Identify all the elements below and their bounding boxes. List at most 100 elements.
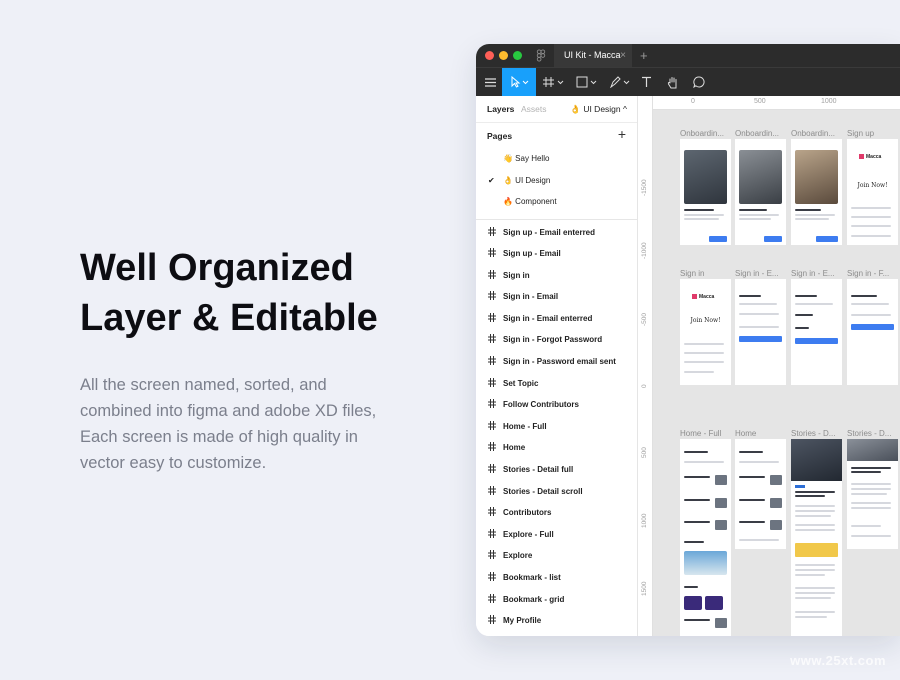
hash-frame-icon bbox=[488, 550, 496, 560]
layer-item[interactable]: Bookmark - list bbox=[476, 567, 637, 589]
frame-text-line bbox=[684, 476, 710, 478]
page-selector[interactable]: 👌 UI Design ^ bbox=[570, 104, 627, 115]
shape-tool-icon[interactable] bbox=[574, 68, 600, 96]
frame-text-line bbox=[684, 352, 724, 354]
comment-icon[interactable] bbox=[691, 68, 707, 96]
frame-logo: Macca bbox=[859, 154, 881, 160]
frame-text-line bbox=[739, 218, 771, 220]
logo-text: Macca bbox=[699, 294, 715, 300]
ruler-vertical: -1500 -1000 -500 0 500 1000 1500 2000 bbox=[639, 96, 653, 636]
layer-item[interactable]: Explore - Full bbox=[476, 524, 637, 546]
layer-item[interactable]: Stories - Detail full bbox=[476, 459, 637, 481]
hash-frame-icon bbox=[488, 312, 496, 322]
page-item-component[interactable]: 🔥 Component bbox=[476, 191, 637, 213]
hero-title: Well Organized Layer & Editable bbox=[80, 243, 420, 343]
figma-logo-icon[interactable] bbox=[536, 49, 546, 62]
layer-item[interactable]: Set Topic bbox=[476, 373, 637, 395]
frame-sign-in-email[interactable] bbox=[735, 279, 786, 385]
tab-assets[interactable]: Assets bbox=[521, 104, 547, 114]
layer-item[interactable]: Sign up - Email enterred bbox=[476, 222, 637, 244]
ruler-tick-label: 0 bbox=[691, 98, 695, 105]
frame-text-line bbox=[795, 295, 817, 297]
frame-text-line bbox=[684, 586, 698, 588]
ruler-horizontal: 0 500 1000 bbox=[653, 96, 900, 110]
frame-label: Stories - D... bbox=[847, 429, 892, 438]
frame-thumbnail bbox=[715, 498, 727, 508]
hand-tool-icon[interactable] bbox=[665, 68, 681, 96]
frame-onboarding-3[interactable] bbox=[791, 139, 842, 245]
page-item-label: 👋 Say Hello bbox=[503, 154, 550, 163]
page-item-ui-design[interactable]: ✔ 👌 UI Design bbox=[476, 170, 637, 192]
frame-text-line bbox=[739, 214, 779, 216]
pen-tool-icon[interactable] bbox=[607, 68, 633, 96]
layer-item[interactable]: Bookmark - grid bbox=[476, 589, 637, 611]
add-page-button[interactable]: + bbox=[618, 126, 626, 142]
layer-item[interactable]: Follow Contributors bbox=[476, 394, 637, 416]
toolbar bbox=[476, 67, 900, 96]
layer-item-label: My Profile bbox=[503, 616, 542, 626]
frame-illustration bbox=[795, 543, 838, 557]
maximize-window-button[interactable] bbox=[513, 51, 522, 60]
frame-stories-detail-scroll[interactable] bbox=[847, 439, 898, 549]
frame-sign-in-email-entered[interactable] bbox=[791, 279, 842, 385]
frame-text-line bbox=[851, 502, 891, 504]
frame-text-line bbox=[795, 611, 835, 613]
frame-label: Sign in - F... bbox=[847, 269, 890, 278]
file-tab[interactable]: UI Kit - Macca × bbox=[554, 44, 632, 67]
frame-label: Home - Full bbox=[680, 429, 722, 438]
layer-item[interactable]: My Profile bbox=[476, 610, 637, 632]
frame-sign-in[interactable]: Macca Join Now! bbox=[680, 279, 731, 385]
close-tab-icon[interactable]: × bbox=[620, 44, 626, 67]
hamburger-menu-icon[interactable] bbox=[482, 68, 498, 96]
text-tool-icon[interactable] bbox=[638, 68, 654, 96]
layer-item[interactable]: Sign up - Email bbox=[476, 243, 637, 265]
layer-item[interactable]: Stories - Detail scroll bbox=[476, 481, 637, 503]
layer-item[interactable]: Sign in bbox=[476, 265, 637, 287]
frame-thumbnail bbox=[770, 498, 782, 508]
close-window-button[interactable] bbox=[485, 51, 494, 60]
frame-tool-icon[interactable] bbox=[542, 68, 566, 96]
page-item-say-hello[interactable]: 👋 Say Hello bbox=[476, 148, 637, 170]
file-tab-title: UI Kit - Macca bbox=[564, 50, 621, 60]
frame-text-line bbox=[795, 597, 831, 599]
add-tab-button[interactable]: + bbox=[640, 44, 648, 67]
hash-frame-icon bbox=[488, 593, 496, 603]
ruler-tick-label: 0 bbox=[641, 384, 648, 388]
layer-item-label: Explore - Full bbox=[503, 529, 554, 539]
frame-onboarding-2[interactable] bbox=[735, 139, 786, 245]
layer-item[interactable]: Contributors bbox=[476, 502, 637, 524]
hash-frame-icon bbox=[488, 269, 496, 279]
layer-item[interactable]: Explore bbox=[476, 545, 637, 567]
canvas[interactable]: 0 500 1000 -1500 -1000 -500 0 500 1000 1… bbox=[639, 96, 900, 636]
page-check-icon: ✔ bbox=[488, 175, 495, 185]
layer-item[interactable]: Sign in - Email enterred bbox=[476, 308, 637, 330]
frame-text-line bbox=[795, 495, 825, 497]
hash-frame-icon bbox=[488, 399, 496, 409]
frame-stories-detail-full[interactable] bbox=[791, 439, 842, 636]
frame-sign-in-forgot[interactable] bbox=[847, 279, 898, 385]
frame-home-full[interactable] bbox=[680, 439, 731, 636]
layer-item[interactable]: Sign in - Forgot Password bbox=[476, 329, 637, 351]
layer-item[interactable]: Sign in - Email bbox=[476, 286, 637, 308]
layer-item-label: Sign in bbox=[503, 270, 530, 280]
frame-text-line bbox=[684, 451, 708, 453]
frame-topic-card bbox=[705, 596, 723, 610]
minimize-window-button[interactable] bbox=[499, 51, 508, 60]
layer-item-label: Bookmark - grid bbox=[503, 594, 565, 604]
move-tool-icon[interactable] bbox=[502, 68, 536, 96]
frame-home[interactable] bbox=[735, 439, 786, 549]
frame-label: Stories - D... bbox=[791, 429, 836, 438]
layer-item[interactable]: Home bbox=[476, 437, 637, 459]
frame-text-line bbox=[851, 471, 881, 473]
frame-image bbox=[684, 150, 727, 204]
frame-sign-up[interactable]: Macca Join Now! bbox=[847, 139, 898, 245]
hash-frame-icon bbox=[488, 377, 496, 387]
tab-layers[interactable]: Layers bbox=[487, 104, 514, 114]
layer-item[interactable]: Sign in - Password email sent bbox=[476, 351, 637, 373]
frame-text-line bbox=[739, 326, 779, 328]
frame-label: Onboardin... bbox=[791, 129, 836, 138]
frame-onboarding-1[interactable] bbox=[680, 139, 731, 245]
frame-text-line bbox=[795, 314, 813, 316]
layer-item[interactable]: Home - Full bbox=[476, 416, 637, 438]
frame-image bbox=[847, 439, 898, 461]
